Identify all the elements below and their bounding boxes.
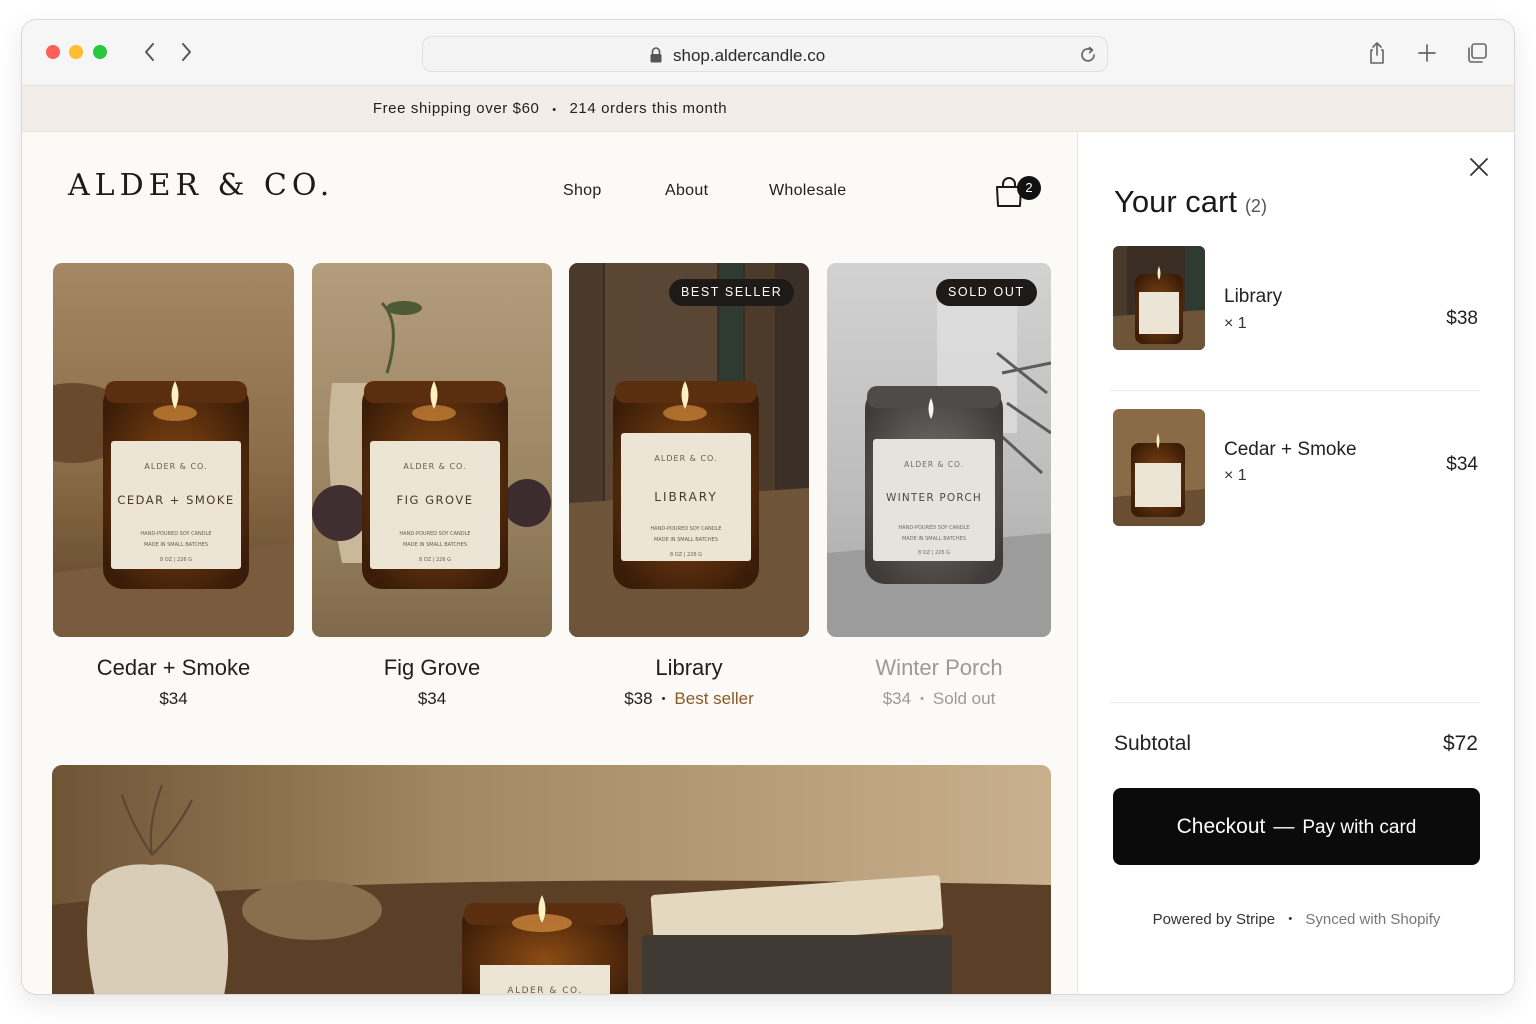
lifestyle-banner: ALDER & CO. xyxy=(52,765,1051,994)
jar-scent-label: WINTER PORCH xyxy=(886,492,982,504)
back-icon[interactable] xyxy=(137,38,163,66)
cart-drawer: Your cart (2) Library × 1 $38 Cedar + Sm… xyxy=(1077,132,1514,994)
nav-shop[interactable]: Shop xyxy=(563,182,602,200)
banner-image: ALDER & CO. xyxy=(52,765,1051,994)
product-price-line: $38 • Best seller xyxy=(569,689,809,709)
product-card-fig-grove[interactable]: ALDER & CO. FIG GROVE HAND-POURED SOY CA… xyxy=(312,263,552,637)
subtotal-value: $72 xyxy=(1442,732,1478,755)
product-price: $38 xyxy=(624,689,653,708)
tabs-overview-icon[interactable] xyxy=(1464,40,1490,66)
jar-scent-label: CEDAR + SMOKE xyxy=(117,493,234,507)
orders-count-text: 214 orders this month xyxy=(569,100,728,117)
jar-line-3: 8 OZ | 226 G xyxy=(160,557,192,563)
cart-title: Your cart (2) xyxy=(1114,184,1267,220)
store-logo[interactable]: ALDER & CO. xyxy=(68,168,334,203)
jar-brand: ALDER & CO. xyxy=(904,460,964,469)
minimize-window-button[interactable] xyxy=(69,45,83,59)
subtotal-divider xyxy=(1110,702,1480,703)
jar-line-2: MADE IN SMALL BATCHES xyxy=(403,542,467,548)
footer-separator: • xyxy=(1288,913,1293,925)
jar-line-2: MADE IN SMALL BATCHES xyxy=(654,537,718,543)
share-icon[interactable] xyxy=(1364,40,1390,66)
price-separator: • xyxy=(661,693,666,705)
browser-window: shop.aldercandle.co Free shipping over $… xyxy=(22,20,1514,994)
synced-with-shopify: Synced with Shopify xyxy=(1305,911,1441,928)
product-card-cedar-smoke[interactable]: ALDER & CO. CEDAR + SMOKE HAND-POURED SO… xyxy=(53,263,294,637)
product-price: $34 xyxy=(882,689,912,708)
subtotal-label: Subtotal xyxy=(1114,732,1192,755)
jar-line-1: HAND-POURED SOY CANDLE xyxy=(650,526,721,532)
cart-item-thumbnail[interactable] xyxy=(1113,246,1205,350)
jar-brand: ALDER & CO. xyxy=(403,462,466,471)
nav-wholesale[interactable]: Wholesale xyxy=(769,182,846,200)
price-separator: • xyxy=(920,693,924,705)
lock-icon xyxy=(650,47,662,63)
jar-line-3: 8 OZ | 226 G xyxy=(918,550,950,556)
product-price: $34 xyxy=(159,689,188,708)
cart-item-quantity[interactable]: × 1 xyxy=(1224,315,1247,333)
product-name[interactable]: Fig Grove xyxy=(312,655,552,681)
product-image: ALDER & CO. WINTER PORCH HAND-POURED SOY… xyxy=(827,263,1051,637)
cart-item-quantity[interactable]: × 1 xyxy=(1224,467,1247,485)
promo-separator: • xyxy=(552,104,557,116)
product-price: $34 xyxy=(417,689,447,708)
jar-line-2: MADE IN SMALL BATCHES xyxy=(144,542,208,548)
cart-item-name[interactable]: Library xyxy=(1224,286,1282,308)
jar-line-2: MADE IN SMALL BATCHES xyxy=(902,536,966,542)
maximize-window-button[interactable] xyxy=(93,45,107,59)
jar-brand: ALDER & CO. xyxy=(144,462,207,471)
payment-footer: Powered by Stripe • Synced with Shopify xyxy=(1078,911,1514,928)
product-image: ALDER & CO. CEDAR + SMOKE HAND-POURED SO… xyxy=(53,263,294,637)
url-text: shop.aldercandle.co xyxy=(673,46,826,65)
checkout-label: Checkout xyxy=(1176,815,1266,838)
jar-line-1: HAND-POURED SOY CANDLE xyxy=(140,531,211,537)
best-seller-label: Best seller xyxy=(674,689,754,708)
best-seller-badge: BEST SELLER xyxy=(669,279,795,306)
sold-out-badge: SOLD OUT xyxy=(936,279,1037,306)
forward-icon[interactable] xyxy=(173,38,199,66)
jar-scent-label: FIG GROVE xyxy=(397,493,474,507)
product-name[interactable]: Cedar + Smoke xyxy=(53,655,294,681)
reload-icon[interactable] xyxy=(1077,44,1099,66)
nav-about[interactable]: About xyxy=(665,182,708,200)
cart-item-count: (2) xyxy=(1244,196,1267,216)
cart-item-name[interactable]: Cedar + Smoke xyxy=(1224,439,1357,461)
cart-item-thumbnail[interactable] xyxy=(1113,409,1205,526)
free-shipping-text: Free shipping over $60 xyxy=(372,100,540,117)
address-bar[interactable]: shop.aldercandle.co xyxy=(422,36,1108,72)
jar-brand: ALDER & CO. xyxy=(654,454,717,463)
product-name[interactable]: Winter Porch xyxy=(827,655,1051,681)
jar-line-1: HAND-POURED SOY CANDLE xyxy=(898,525,969,531)
jar-line-3: 8 OZ | 226 G xyxy=(419,557,451,563)
cart-title-text: Your cart xyxy=(1114,184,1237,219)
product-image: ALDER & CO. LIBRARY HAND-POURED SOY CAND… xyxy=(569,263,809,637)
close-window-button[interactable] xyxy=(46,45,60,59)
jar-scent-label: LIBRARY xyxy=(654,490,717,504)
cart-item-price: $34 xyxy=(1446,454,1478,475)
product-image: ALDER & CO. FIG GROVE HAND-POURED SOY CA… xyxy=(312,263,552,637)
sold-out-label: Sold out xyxy=(932,689,996,708)
product-card-library[interactable]: ALDER & CO. LIBRARY HAND-POURED SOY CAND… xyxy=(569,263,809,637)
product-price-line: $34 • Sold out xyxy=(827,689,1051,709)
product-name[interactable]: Library xyxy=(569,655,809,681)
checkout-dash: — xyxy=(1273,815,1295,838)
pay-with-card-label: Pay with card xyxy=(1302,817,1417,838)
promo-bar: Free shipping over $60 • 214 orders this… xyxy=(22,86,1514,132)
checkout-button[interactable]: Checkout — Pay with card xyxy=(1113,788,1480,865)
jar-line-3: 8 OZ | 226 G xyxy=(670,552,702,558)
promo-text: Free shipping over $60 • 214 orders this… xyxy=(22,100,1078,117)
cart-count-badge: 2 xyxy=(1017,176,1041,200)
powered-by-stripe: Powered by Stripe xyxy=(1152,911,1276,928)
item-divider xyxy=(1110,390,1480,391)
product-card-winter-porch[interactable]: ALDER & CO. WINTER PORCH HAND-POURED SOY… xyxy=(827,263,1051,637)
new-tab-icon[interactable] xyxy=(1414,40,1440,66)
close-icon[interactable] xyxy=(1468,156,1490,178)
jar-line-1: HAND-POURED SOY CANDLE xyxy=(399,531,470,537)
cart-item-price: $38 xyxy=(1446,308,1478,329)
banner-jar-brand: ALDER & CO. xyxy=(507,986,582,994)
browser-toolbar: shop.aldercandle.co xyxy=(22,20,1514,86)
